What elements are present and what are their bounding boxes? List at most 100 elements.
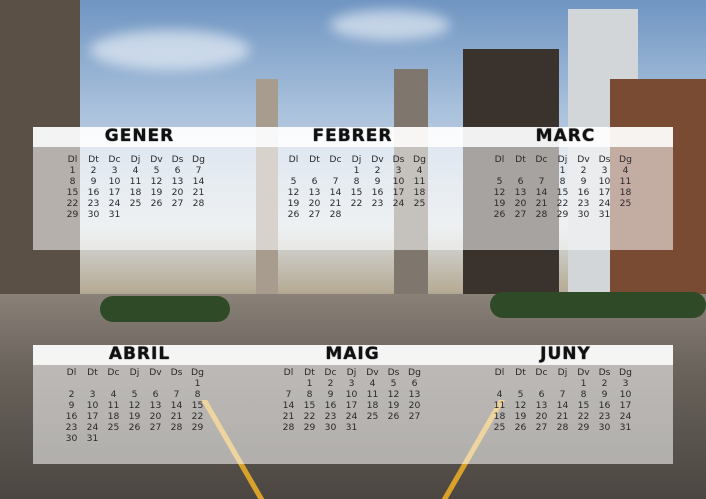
week-row: 1 [61, 378, 208, 389]
month-name: ABRIL [108, 344, 171, 364]
week-row: 5 6 7 8 9 10 11 [489, 176, 636, 187]
week-row: 11 12 13 14 15 16 17 [489, 400, 636, 411]
month-name: FEBRER [312, 126, 393, 146]
weekday-header: Dv [577, 367, 590, 378]
weekday-header: Dt [88, 154, 99, 165]
weekday-header: Ds [170, 367, 183, 378]
day-cell: 10 [108, 176, 121, 187]
day-cell: 17 [345, 400, 358, 411]
day-cell: 28 [556, 422, 569, 433]
day-cell: 5 [517, 389, 524, 400]
day-cell [166, 433, 187, 444]
day-cell: 1 [69, 165, 76, 176]
day-cell: 22 [350, 198, 363, 209]
day-cell: 10 [619, 389, 632, 400]
day-cell: 20 [308, 198, 321, 209]
weekday-header-row: Dl Dt Dc Dj Dv Ds Dg [489, 367, 636, 378]
day-cell: 22 [556, 198, 569, 209]
day-cell: 3 [89, 389, 96, 400]
weekday-header-row: Dl Dt Dc Dj Dv Ds Dg [283, 154, 430, 165]
day-cell: 22 [303, 411, 316, 422]
day-cell: 13 [408, 389, 421, 400]
day-cell: 1 [353, 165, 360, 176]
day-cell: 20 [171, 187, 184, 198]
day-cell [325, 165, 346, 176]
month-grid: Dl Dt Dc Dj Dv Ds Dg 1 2 3 4 5 6 7 8 9 10 11 12 13 14 15 16 17 1… [61, 367, 208, 444]
day-cell: 14 [556, 400, 569, 411]
day-cell: 24 [345, 411, 358, 422]
day-cell: 23 [87, 198, 100, 209]
day-cell: 29 [577, 422, 590, 433]
day-cell: 28 [329, 209, 342, 220]
weekday-header: Dl [283, 367, 294, 378]
day-cell: 14 [192, 176, 205, 187]
day-cell: 18 [493, 411, 506, 422]
day-cell: 1 [194, 378, 201, 389]
week-row: 26 27 28 [283, 209, 430, 220]
day-cell [388, 209, 409, 220]
weekday-header: Dl [66, 367, 77, 378]
day-cell: 2 [374, 165, 381, 176]
weekday-header: Dv [371, 154, 384, 165]
day-cell: 24 [108, 198, 121, 209]
day-cell: 5 [153, 165, 160, 176]
day-cell: 3 [395, 165, 402, 176]
day-cell: 4 [110, 389, 117, 400]
day-cell: 9 [580, 176, 587, 187]
day-cell: 14 [170, 400, 183, 411]
day-cell: 8 [353, 176, 360, 187]
day-cell [103, 433, 124, 444]
day-cell: 22 [191, 411, 204, 422]
day-cell [146, 209, 167, 220]
cloud [330, 10, 450, 40]
day-cell: 5 [131, 389, 138, 400]
calendar-page: GENER Dl Dt Dc Dj Dv Ds Dg 1 2 3 4 5 6 7 8 9 10 11 12 13 14 1… [0, 0, 706, 499]
day-cell: 8 [69, 176, 76, 187]
day-cell: 25 [493, 422, 506, 433]
day-cell: 27 [535, 422, 548, 433]
day-cell: 26 [493, 209, 506, 220]
trees [100, 296, 230, 322]
day-cell: 26 [150, 198, 163, 209]
day-cell: 5 [496, 176, 503, 187]
day-cell [167, 209, 188, 220]
day-cell: 27 [514, 209, 527, 220]
day-cell: 15 [66, 187, 79, 198]
weekday-header: Dl [494, 154, 505, 165]
weekday-header: Dt [304, 367, 315, 378]
weekday-header-row: Dl Dt Dc Dj Dv Ds Dg [489, 154, 636, 165]
day-cell [362, 422, 383, 433]
day-cell: 24 [598, 198, 611, 209]
day-cell: 28 [535, 209, 548, 220]
week-row: 19 20 21 22 23 24 25 [489, 198, 636, 209]
day-cell: 28 [282, 422, 295, 433]
day-cell: 19 [493, 198, 506, 209]
weekday-header: Dj [557, 154, 568, 165]
weekday-header: Dg [619, 367, 632, 378]
day-cell: 18 [413, 187, 426, 198]
day-cell [404, 422, 425, 433]
day-cell: 30 [65, 433, 78, 444]
day-cell: 12 [514, 400, 527, 411]
day-cell: 27 [149, 422, 162, 433]
day-cell: 3 [111, 165, 118, 176]
day-cell [124, 378, 145, 389]
weekday-header: Dv [577, 154, 590, 165]
day-cell: 5 [390, 378, 397, 389]
day-cell: 21 [170, 411, 183, 422]
day-cell: 11 [493, 400, 506, 411]
weekday-header: Dg [192, 154, 205, 165]
calendar-band-top: GENER Dl Dt Dc Dj Dv Ds Dg 1 2 3 4 5 6 7 8 9 10 11 12 13 14 1… [33, 126, 673, 250]
weekday-header-row: Dl Dt Dc Dj Dv Ds Dg [61, 367, 208, 378]
day-cell: 15 [303, 400, 316, 411]
weekday-header: Dj [129, 367, 140, 378]
day-cell: 12 [287, 187, 300, 198]
week-row: 29 30 31 [62, 209, 209, 220]
day-cell: 6 [174, 165, 181, 176]
week-row: 7 8 9 10 11 12 13 [278, 389, 425, 400]
week-row: 12 13 14 15 16 17 18 [283, 187, 430, 198]
day-cell: 10 [345, 389, 358, 400]
week-row: 1 2 3 4 5 6 7 [62, 165, 209, 176]
week-row: 4 5 6 7 8 9 10 [489, 389, 636, 400]
weekday-header: Dv [366, 367, 379, 378]
